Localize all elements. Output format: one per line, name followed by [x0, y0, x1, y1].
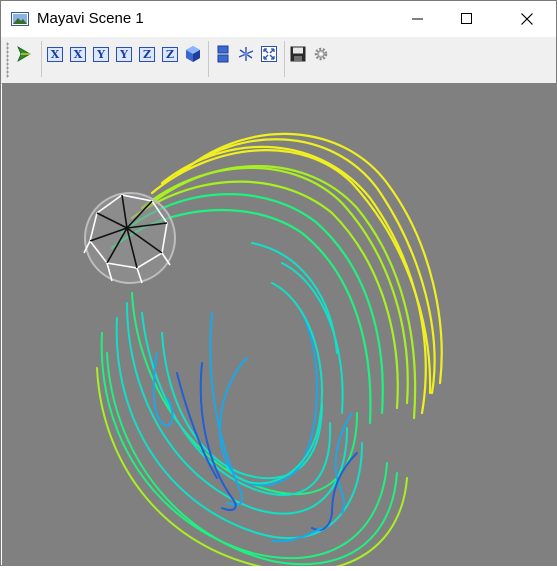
toolbar-separator	[208, 41, 209, 77]
axes-indicator-icon	[238, 47, 254, 61]
isometric-view-button[interactable]	[183, 43, 203, 65]
minimize-button[interactable]	[395, 1, 441, 37]
x-axis-icon: X	[70, 46, 86, 62]
view-x-minus-button[interactable]: X	[68, 43, 88, 65]
close-icon	[521, 13, 533, 25]
parallel-projection-icon	[217, 45, 229, 63]
streamline	[100, 332, 388, 560]
view-y-minus-button[interactable]: Y	[114, 43, 134, 65]
toolbar-separator	[41, 41, 42, 77]
view-y-plus-button[interactable]: Y	[91, 43, 111, 65]
full-screen-icon	[261, 46, 277, 62]
configure-button[interactable]	[311, 43, 331, 65]
z-axis-icon: Z	[139, 46, 155, 62]
y-axis-icon: Y	[93, 46, 109, 62]
z-axis-icon: Z	[162, 46, 178, 62]
save-button[interactable]	[288, 43, 308, 65]
toolbar-grip[interactable]	[6, 42, 9, 78]
parallel-projection-button[interactable]	[213, 43, 233, 65]
pipeline-icon	[17, 46, 31, 62]
pipeline-button[interactable]	[14, 43, 34, 65]
minimize-icon	[412, 18, 423, 20]
render-viewport[interactable]	[2, 83, 557, 571]
close-button[interactable]	[504, 1, 550, 37]
streamline	[251, 242, 338, 354]
axes-indicator-button[interactable]	[236, 43, 256, 65]
streamline-visualization	[2, 83, 557, 571]
save-icon	[290, 46, 306, 62]
view-x-plus-button[interactable]: X	[45, 43, 65, 65]
x-axis-icon: X	[47, 46, 63, 62]
streamline	[199, 362, 237, 511]
window-title: Mayavi Scene 1	[37, 10, 144, 27]
title-bar[interactable]: Mayavi Scene 1	[1, 1, 556, 37]
view-z-minus-button[interactable]: Z	[160, 43, 180, 65]
y-axis-icon: Y	[116, 46, 132, 62]
maximize-icon	[461, 13, 472, 24]
scene-toolbar: X X Y Y Z Z	[1, 37, 556, 84]
configure-icon	[314, 47, 328, 61]
streamline	[311, 452, 358, 531]
streamline	[106, 352, 398, 566]
isometric-view-icon	[186, 46, 200, 62]
full-screen-button[interactable]	[259, 43, 279, 65]
view-z-plus-button[interactable]: Z	[137, 43, 157, 65]
maximize-button[interactable]	[444, 1, 490, 37]
streamline	[131, 292, 358, 496]
seed-sphere[interactable]	[83, 192, 176, 284]
streamline	[226, 282, 323, 485]
app-icon	[11, 12, 29, 26]
mayavi-window: Mayavi Scene 1 X X Y Y Z Z	[0, 0, 557, 571]
streamline	[281, 262, 344, 414]
toolbar-separator	[284, 41, 285, 77]
